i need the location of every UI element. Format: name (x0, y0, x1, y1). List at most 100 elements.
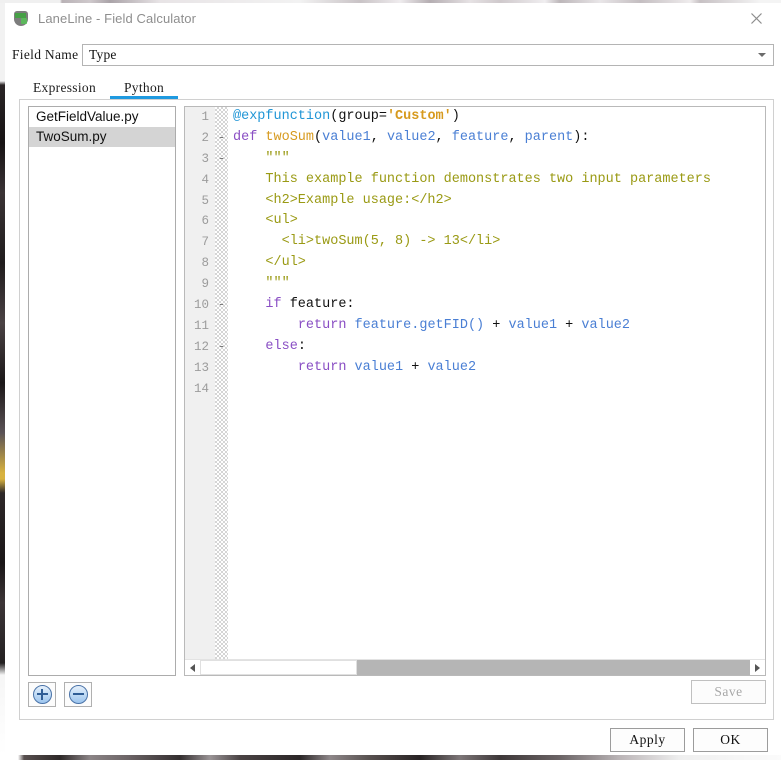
code-token: feature: (281, 297, 355, 313)
code-token: + (484, 317, 509, 333)
line-number: 3 (201, 151, 209, 166)
field-name-value: Type (89, 47, 117, 62)
add-script-button[interactable] (28, 682, 56, 707)
code-line[interactable]: <ul> (228, 211, 765, 232)
fold-marker[interactable]: - (215, 128, 228, 149)
code-token: value2 (386, 129, 436, 145)
line-number: 7 (201, 235, 209, 250)
line-number: 4 (201, 172, 209, 187)
editor-horizontal-scrollbar[interactable] (185, 659, 765, 675)
save-button[interactable]: Save (691, 680, 766, 704)
fold-gutter-cell (215, 316, 228, 337)
code-token: + (557, 317, 582, 333)
code-token: , (508, 129, 525, 145)
code-token: feature (451, 129, 509, 145)
tab-python[interactable]: Python (110, 80, 179, 99)
line-number: 12 (193, 339, 209, 354)
code-line[interactable]: return value1 + value2 (228, 358, 765, 379)
code-line[interactable]: </ul> (228, 253, 765, 274)
code-token: <ul> (233, 213, 298, 229)
ok-button[interactable]: OK (693, 728, 768, 752)
fold-gutter-cell (215, 170, 228, 191)
code-line[interactable]: This example function demonstrates two i… (228, 170, 765, 191)
python-code-editor[interactable]: 1 2 3 4 5 6 7 8 9 10 11 12 13 14 ---- @expfunction(gr… (184, 106, 766, 676)
list-item[interactable]: GetFieldValue.py (29, 107, 175, 127)
tab-expression[interactable]: Expression (19, 80, 110, 99)
code-line[interactable]: else: (228, 337, 765, 358)
fold-gutter-cell (215, 232, 228, 253)
code-token: </ul> (233, 255, 306, 271)
close-icon[interactable] (735, 3, 777, 33)
minus-circle-icon (68, 685, 88, 704)
plus-circle-icon (32, 685, 52, 704)
editor-line-number-gutter: 1 2 3 4 5 6 7 8 9 10 11 12 13 14 (185, 107, 215, 660)
fold-marker[interactable]: - (215, 295, 228, 316)
line-number: 14 (193, 381, 209, 396)
code-line[interactable]: <h2>Example usage:</h2> (228, 191, 765, 212)
fold-marker[interactable]: - (215, 149, 228, 170)
remove-script-button[interactable] (64, 682, 92, 707)
code-token: else (265, 338, 298, 354)
arrow-right-icon[interactable] (750, 660, 765, 675)
fold-gutter-cell (215, 107, 228, 128)
code-token: parent (524, 129, 574, 145)
fold-gutter-cell (215, 274, 228, 295)
code-token: """ (233, 276, 290, 292)
arrow-left-icon[interactable] (185, 660, 200, 675)
code-token: , (370, 129, 387, 145)
code-line[interactable]: <li>twoSum(5, 8) -> 13</li> (228, 232, 765, 253)
code-token: <li>twoSum(5, 8) -> 13</li> (233, 234, 501, 250)
line-number: 10 (193, 298, 209, 313)
editor-code-area[interactable]: @expfunction(group='Custom') def twoSum(v… (228, 107, 765, 660)
scrollbar-track[interactable] (357, 660, 750, 675)
fold-marker[interactable]: - (215, 337, 228, 358)
code-token: ( (314, 129, 323, 145)
code-line[interactable]: @expfunction(group='Custom') (228, 107, 765, 128)
line-number: 13 (193, 360, 209, 375)
code-token: 'Custom' (386, 109, 452, 124)
code-token: value2 (581, 317, 630, 333)
code-line[interactable]: def twoSum(value1, value2, feature, pare… (228, 128, 765, 149)
field-calculator-dialog: LaneLine - Field Calculator Field Name T… (5, 3, 781, 755)
list-item[interactable]: TwoSum.py (29, 127, 175, 147)
code-token: twoSum (265, 129, 315, 145)
chevron-down-icon (758, 53, 766, 57)
code-token: + (403, 359, 428, 375)
code-token: This example function demonstrates two i… (233, 171, 711, 187)
tab-bar: Expression Python (19, 80, 774, 100)
code-line[interactable] (228, 379, 765, 400)
code-token: value1 (508, 317, 558, 333)
code-line[interactable]: """ (228, 149, 765, 170)
apply-button[interactable]: Apply (610, 728, 685, 752)
script-file-list[interactable]: GetFieldValue.py TwoSum.py (28, 106, 176, 676)
code-token: <h2>Example usage:</h2> (233, 192, 452, 208)
code-token: ): (573, 129, 590, 145)
field-name-label: Field Name (12, 47, 79, 62)
code-token: ) (451, 109, 460, 124)
fold-gutter-cell (215, 253, 228, 274)
code-line[interactable]: return feature.getFID() + value1 + value… (228, 316, 765, 337)
fold-gutter-cell (215, 358, 228, 379)
code-line[interactable]: """ (228, 274, 765, 295)
code-token: def (233, 129, 266, 145)
code-token: (group= (330, 109, 387, 124)
code-token: return (297, 359, 347, 375)
code-token: : (297, 338, 306, 354)
code-token: return (297, 317, 347, 333)
window-title: LaneLine - Field Calculator (38, 11, 197, 26)
field-name-combobox[interactable]: Type (82, 44, 774, 66)
code-line[interactable]: if feature: (228, 295, 765, 316)
scrollbar-thumb[interactable] (200, 660, 357, 675)
code-token: value1 (354, 359, 404, 375)
qgis-shield-icon (12, 10, 30, 28)
dialog-footer: Apply OK (5, 726, 781, 756)
code-token: feature.getFID() (354, 317, 485, 333)
editor-fold-gutter[interactable]: ---- (215, 107, 228, 660)
line-number: 2 (201, 130, 209, 145)
